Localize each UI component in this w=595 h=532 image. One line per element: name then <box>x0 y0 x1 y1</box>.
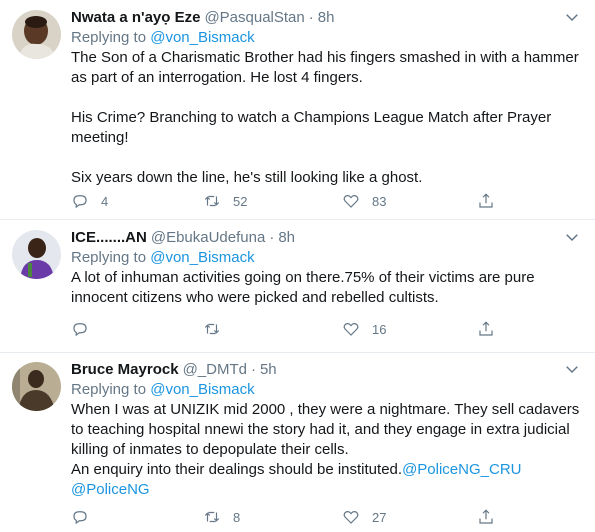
like-button[interactable]: 83 <box>342 191 386 211</box>
tweet-header: ICE.......AN @EbukaUdefuna · 8h <box>71 228 585 248</box>
retweet-icon <box>204 323 220 335</box>
reply-button[interactable]: 4 <box>71 191 108 211</box>
display-name[interactable]: Bruce Mayrock <box>71 361 179 378</box>
retweet-count: 8 <box>233 509 241 525</box>
reply-count: 4 <box>101 193 109 209</box>
retweet-button[interactable]: 8 <box>203 507 240 527</box>
timestamp[interactable]: 8h <box>278 229 295 246</box>
avatar[interactable] <box>12 10 61 59</box>
like-count: 16 <box>372 321 387 337</box>
tweet-actions: 4 52 83 <box>71 191 571 211</box>
tweet-actions: 16 <box>71 319 571 339</box>
user-handle[interactable]: @_DMTd <box>183 361 247 378</box>
like-icon <box>343 510 359 524</box>
separator-dot: · <box>250 361 256 378</box>
like-button[interactable]: 27 <box>342 507 386 527</box>
retweet-icon <box>204 195 220 207</box>
retweet-button[interactable] <box>203 319 233 339</box>
mention-link[interactable]: @PoliceNG_CRU <box>402 461 521 478</box>
timestamp[interactable]: 8h <box>318 9 335 26</box>
tweet[interactable]: Nwata a n'ayọ Eze @PasqualStan · 8h Replyin… <box>0 0 595 220</box>
mention-link[interactable]: @PoliceNG <box>71 481 150 498</box>
tweet-text-line: A lot of inhuman activities going on the… <box>71 269 535 286</box>
reply-icon <box>73 195 87 209</box>
tweet-text-line: An enquiry into their dealings should be… <box>71 460 585 480</box>
replying-to: Replying to @von_Bismack <box>71 28 585 48</box>
like-count: 83 <box>372 193 387 209</box>
replying-to-label: Replying to <box>71 381 147 398</box>
retweet-count: 52 <box>233 193 248 209</box>
tweet-header: Nwata a n'ayọ Eze @PasqualStan · 8h <box>71 8 585 28</box>
replying-to: Replying to @von_Bismack <box>71 380 585 400</box>
tweet[interactable]: ICE.......AN @EbukaUdefuna · 8h Replying to… <box>0 220 595 353</box>
display-name[interactable]: Nwata a n'ayọ Eze <box>71 9 200 26</box>
share-icon <box>479 321 493 336</box>
tweet-text-line: innocent citizens who were picked and re… <box>71 289 439 306</box>
chevron-down-icon[interactable] <box>563 360 581 378</box>
tweet-text-segment: An enquiry into their dealings should be… <box>71 461 403 478</box>
reply-button[interactable] <box>71 507 101 527</box>
separator-dot: · <box>269 229 275 246</box>
like-icon <box>343 194 359 208</box>
chevron-down-icon[interactable] <box>563 228 581 246</box>
tweet-text-line: His Crime? Branching to watch a Champion… <box>71 109 552 126</box>
replying-to-link[interactable]: @von_Bismack <box>150 381 254 398</box>
replying-to-label: Replying to <box>71 249 147 266</box>
tweet-text-line: to teaching hospital nnewi the story had… <box>71 421 570 438</box>
replying-to: Replying to @von_Bismack <box>71 248 585 268</box>
retweet-icon <box>204 511 220 523</box>
timestamp[interactable]: 5h <box>260 361 277 378</box>
like-icon <box>343 322 359 336</box>
tweet-text-line: killing of inmates to depopulate their c… <box>71 441 349 458</box>
share-button[interactable] <box>477 507 507 527</box>
tweet[interactable]: Bruce Mayrock @_DMTd · 5h Replying to @von_… <box>0 353 595 532</box>
like-count: 27 <box>372 509 387 525</box>
user-handle[interactable]: @PasqualStan <box>204 9 304 26</box>
avatar[interactable] <box>12 230 61 279</box>
avatar[interactable] <box>12 362 61 411</box>
retweet-button[interactable]: 52 <box>203 191 247 211</box>
chevron-down-icon[interactable] <box>563 8 581 26</box>
like-button[interactable]: 16 <box>342 319 386 339</box>
replying-to-link[interactable]: @von_Bismack <box>150 29 254 46</box>
user-handle[interactable]: @EbukaUdefuna <box>151 229 265 246</box>
replying-to-link[interactable]: @von_Bismack <box>150 249 254 266</box>
reply-icon <box>73 511 87 525</box>
tweet-text-line: as part of an interrogation. He lost 4 f… <box>71 69 363 86</box>
tweet-text-line: @PoliceNG <box>71 480 585 500</box>
tweet-actions: 8 27 <box>71 507 571 527</box>
share-icon <box>479 509 493 524</box>
tweet-text: A lot of inhuman activities going on the… <box>71 268 585 308</box>
reply-button[interactable] <box>71 319 101 339</box>
tweet-text-line: Six years down the line, he's still look… <box>71 169 423 186</box>
tweet-text: When I was at UNIZIK mid 2000 , they wer… <box>71 400 585 500</box>
display-name[interactable]: ICE.......AN <box>71 229 147 246</box>
reply-icon <box>73 323 87 337</box>
share-button[interactable] <box>477 191 507 211</box>
tweet-text-line: When I was at UNIZIK mid 2000 , they wer… <box>71 401 580 418</box>
tweet-header: Bruce Mayrock @_DMTd · 5h <box>71 360 585 380</box>
separator-dot: · <box>308 9 314 26</box>
share-icon <box>479 193 493 208</box>
tweet-text: The Son of a Charismatic Brother had his… <box>71 48 585 188</box>
share-button[interactable] <box>477 319 507 339</box>
replying-to-label: Replying to <box>71 29 147 46</box>
tweet-text-line: meeting! <box>71 129 129 146</box>
tweet-text-line: The Son of a Charismatic Brother had his… <box>71 49 579 66</box>
